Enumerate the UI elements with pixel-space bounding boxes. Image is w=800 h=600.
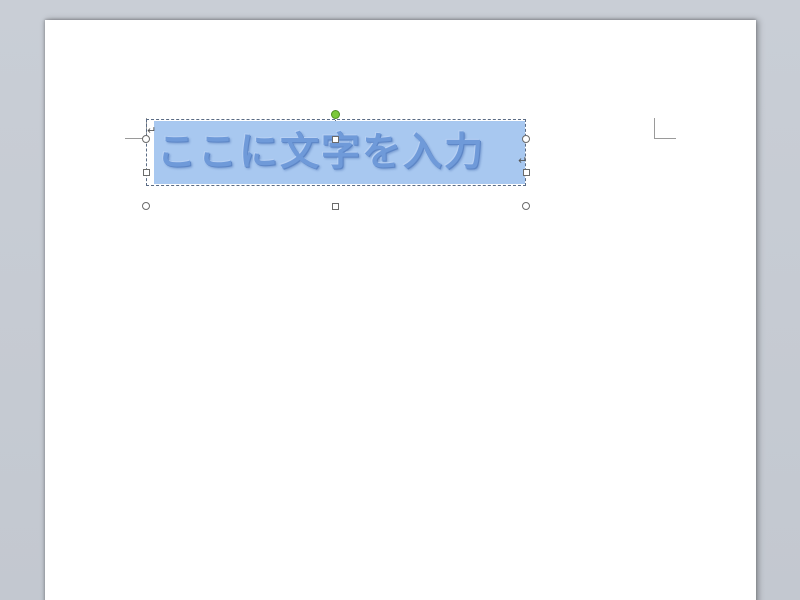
wordart-text[interactable]: ここに文字を入力 [157, 125, 485, 181]
resize-handle-top-left[interactable] [142, 135, 150, 143]
resize-handle-bottom-right[interactable] [522, 202, 530, 210]
resize-handle-bottom-left[interactable] [142, 202, 150, 210]
paragraph-mark-end: ↵ [518, 154, 528, 167]
resize-handle-left[interactable] [143, 169, 150, 176]
wordart-text-box[interactable]: ↵ ここに文字を入力 ↵ [146, 119, 528, 186]
document-workspace: ↵ ここに文字を入力 ↵ [0, 0, 800, 600]
resize-handle-right[interactable] [523, 169, 530, 176]
top-right-margin-mark [654, 118, 676, 139]
resize-handle-bottom[interactable] [332, 203, 339, 210]
resize-handle-top-right[interactable] [522, 135, 530, 143]
rotation-handle-icon[interactable] [331, 110, 340, 119]
resize-handle-top[interactable] [332, 136, 339, 143]
document-page[interactable]: ↵ ここに文字を入力 ↵ [45, 20, 756, 600]
